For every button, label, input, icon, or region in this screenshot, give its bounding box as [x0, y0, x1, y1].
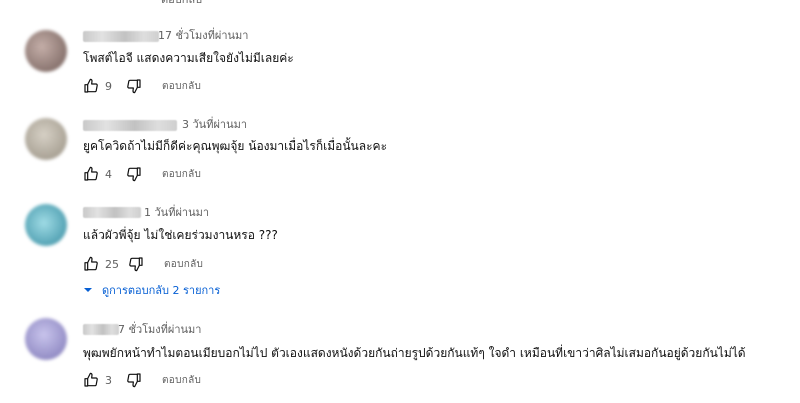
- thumbs-down-icon[interactable]: [128, 256, 144, 272]
- like-count: 9: [105, 79, 112, 93]
- comment-timestamp[interactable]: 1 วันที่ผ่านมา: [144, 206, 209, 220]
- reply-button[interactable]: ตอบกลับ: [162, 373, 201, 388]
- thumbs-up-icon[interactable]: [83, 256, 99, 272]
- like-count: 4: [105, 167, 112, 181]
- comment-timestamp[interactable]: 7 ชั่วโมงที่ผ่านมา: [118, 323, 202, 337]
- comment-timestamp[interactable]: 17 ชั่วโมงที่ผ่านมา: [158, 29, 249, 43]
- like-count: 25: [105, 257, 119, 271]
- thumbs-up-icon[interactable]: [83, 78, 99, 94]
- comment-actions: 3 ตอบกลับ: [83, 372, 201, 388]
- author-name[interactable]: [83, 324, 119, 335]
- comment-actions: 4 ตอบกลับ: [83, 166, 201, 182]
- avatar[interactable]: [25, 30, 67, 72]
- comment-text: แล้วผัวพี่จุ้ย ไม่ใช่เคยร่วมงานหรอ ???: [83, 228, 278, 242]
- like-count: 3: [105, 373, 112, 387]
- avatar[interactable]: [25, 204, 67, 246]
- avatar[interactable]: [25, 318, 67, 360]
- author-name[interactable]: [83, 120, 177, 131]
- reply-button[interactable]: ตอบกลับ: [162, 79, 201, 94]
- avatar[interactable]: [25, 118, 67, 160]
- previous-reply-button[interactable]: ตอบกลับ: [161, 0, 202, 5]
- comment-text: โพสต์ไอจี แสดงความเสียใจยังไม่มีเลยค่ะ: [83, 51, 294, 65]
- comment-item: 7 ชั่วโมงที่ผ่านมา พุฒพยักหน้าทำไมตอนเมี…: [0, 318, 800, 398]
- thumbs-down-icon[interactable]: [126, 78, 142, 94]
- author-name[interactable]: [83, 31, 159, 42]
- view-replies-button[interactable]: ดูการตอบกลับ 2 รายการ: [83, 282, 220, 298]
- view-replies-label: ดูการตอบกลับ 2 รายการ: [102, 284, 221, 297]
- thumbs-up-icon[interactable]: [83, 166, 99, 182]
- comment-item: 3 วันที่ผ่านมา ยูคโควิดถ้าไม่มีก็ดีค่ะคุ…: [0, 113, 800, 193]
- thumbs-down-icon[interactable]: [126, 166, 142, 182]
- thumbs-down-icon[interactable]: [126, 372, 142, 388]
- comment-timestamp[interactable]: 3 วันที่ผ่านมา: [182, 118, 247, 132]
- reply-button[interactable]: ตอบกลับ: [164, 257, 203, 272]
- reply-button[interactable]: ตอบกลับ: [162, 167, 201, 182]
- thumbs-up-icon[interactable]: [83, 372, 99, 388]
- comment-text: พุฒพยักหน้าทำไมตอนเมียบอกไม่ไป ตัวเองแสด…: [83, 346, 746, 360]
- comment-actions: 9 ตอบกลับ: [83, 78, 201, 94]
- author-name[interactable]: [83, 207, 141, 218]
- comment-actions: 25 ตอบกลับ: [83, 256, 203, 272]
- comment-item: 17 ชั่วโมงที่ผ่านมา โพสต์ไอจี แสดงความเส…: [0, 25, 800, 105]
- comment-text: ยูคโควิดถ้าไม่มีก็ดีค่ะคุณพุฒจุ้ย น้องมา…: [83, 139, 388, 153]
- caret-down-icon: [83, 285, 93, 295]
- comment-item: 1 วันที่ผ่านมา แล้วผัวพี่จุ้ย ไม่ใช่เคยร…: [0, 200, 800, 280]
